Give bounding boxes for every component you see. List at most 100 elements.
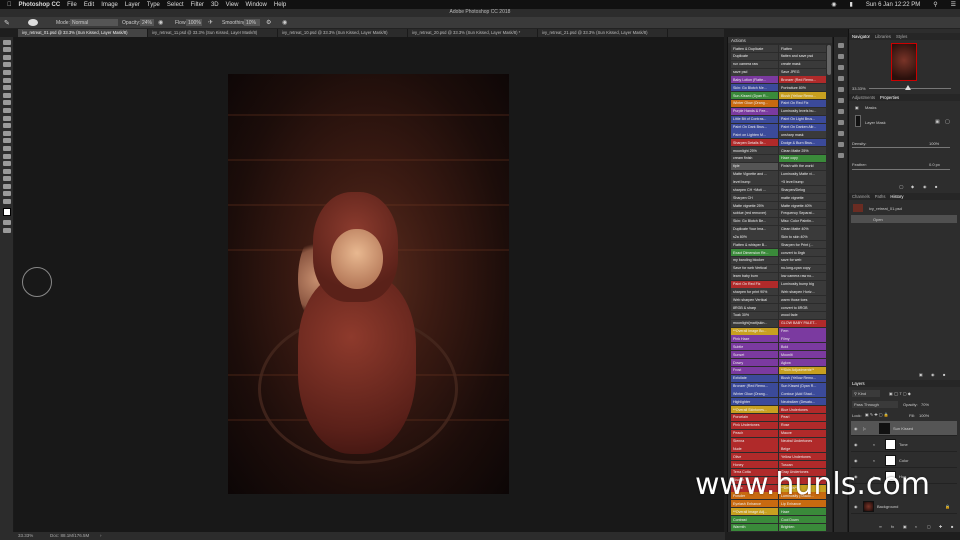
add-mask-icon[interactable]: ▣ bbox=[903, 524, 907, 529]
crop-tool-icon[interactable] bbox=[2, 69, 11, 75]
action-button[interactable]: Brighten bbox=[779, 523, 826, 531]
delete-mask-icon[interactable]: ■ bbox=[935, 184, 937, 189]
layer-kind-filter[interactable]: ⚲ Kind bbox=[852, 390, 880, 397]
menu-3d[interactable]: 3D bbox=[211, 2, 219, 8]
tab-libraries[interactable]: Libraries bbox=[875, 34, 891, 39]
pen-tool-icon[interactable] bbox=[2, 153, 11, 159]
doc-tab-2[interactable]: ivy_retreat_11.psd @ 33.3% (Sun Kissed, … bbox=[148, 29, 278, 37]
action-button[interactable]: Filmy bbox=[779, 335, 826, 343]
action-button[interactable]: Sienna bbox=[731, 437, 778, 445]
action-button[interactable]: Sun Kissed (Dyan R... bbox=[779, 382, 826, 390]
clock[interactable]: Sun 6 Jan 12:22 PM bbox=[866, 2, 920, 8]
action-button[interactable]: Neutral Undertones bbox=[779, 437, 826, 445]
action-button[interactable]: convert to 8rgb bbox=[779, 249, 826, 257]
channels-panel-icon[interactable] bbox=[837, 142, 844, 147]
flow-input[interactable]: 100% bbox=[186, 19, 202, 26]
action-button[interactable]: Paint On Red Fix bbox=[731, 280, 778, 288]
history-step[interactable]: Open bbox=[851, 215, 957, 223]
action-button[interactable]: Contrast bbox=[731, 516, 778, 523]
action-button[interactable]: Flatten & Duplicate bbox=[731, 45, 778, 52]
camera-icon[interactable]: ◉ bbox=[931, 372, 935, 377]
action-button[interactable]: tiple bbox=[731, 162, 778, 170]
action-button[interactable]: Luminosity Matte vi... bbox=[779, 170, 826, 178]
action-button[interactable]: Highlighter bbox=[731, 398, 778, 406]
action-button[interactable]: Web sharpen Vertical bbox=[731, 296, 778, 304]
layer-name[interactable]: Color bbox=[899, 458, 909, 463]
action-button[interactable]: Finish with the world bbox=[779, 162, 826, 170]
action-button[interactable]: Subtle bbox=[731, 343, 778, 351]
load-selection-icon[interactable]: ◯ bbox=[899, 184, 903, 189]
action-button[interactable]: Yellow Undertones bbox=[779, 453, 826, 461]
action-button[interactable]: Blush (Yellow Remo... bbox=[779, 92, 826, 100]
action-button[interactable]: no-long-cyan copy bbox=[779, 264, 826, 272]
tab-styles[interactable]: Styles bbox=[896, 34, 907, 39]
action-button[interactable]: flatten and save psd bbox=[779, 52, 826, 60]
gear-icon[interactable]: ⚙ bbox=[266, 19, 271, 26]
link-layers-icon[interactable]: ∞ bbox=[879, 524, 882, 529]
battery-icon[interactable]: ▮ bbox=[850, 1, 853, 8]
action-button[interactable]: Winter Glow (Orang... bbox=[731, 99, 778, 107]
action-button[interactable]: Moonlit bbox=[779, 351, 826, 359]
history-snapshot-thumb[interactable] bbox=[853, 204, 863, 212]
mode-select[interactable]: Normal bbox=[70, 19, 118, 26]
action-button[interactable]: Peach bbox=[731, 429, 778, 437]
action-button[interactable]: warm those toes bbox=[779, 296, 826, 304]
pressure-opacity-icon[interactable]: ◉ bbox=[158, 19, 163, 26]
swatches-panel-icon[interactable] bbox=[837, 65, 844, 70]
screen-mode-icon[interactable] bbox=[2, 227, 11, 233]
visibility-eye-icon[interactable]: ◉ bbox=[854, 458, 858, 463]
action-button[interactable]: low camera raw no... bbox=[779, 272, 826, 280]
layer-thumbnail[interactable] bbox=[863, 501, 874, 512]
clone-source-panel-icon[interactable] bbox=[837, 120, 844, 125]
visibility-eye-icon[interactable]: ◉ bbox=[854, 426, 858, 431]
menu-view[interactable]: View bbox=[226, 2, 239, 8]
blend-mode-select[interactable]: Pass Through bbox=[852, 401, 898, 408]
action-button[interactable]: Haze copy bbox=[779, 154, 826, 162]
action-button[interactable]: Matte vignette 25% bbox=[731, 202, 778, 209]
layer-mask-thumbnail[interactable] bbox=[885, 455, 896, 466]
trash-icon[interactable]: ■ bbox=[951, 524, 953, 529]
action-button[interactable]: Luminosity bump big bbox=[779, 280, 826, 288]
action-button[interactable]: Pink Undertones bbox=[731, 421, 778, 429]
actions-panel-icon[interactable] bbox=[837, 54, 844, 59]
action-button[interactable]: Paint On Red Fix bbox=[779, 99, 826, 107]
paragraph-panel-icon[interactable] bbox=[837, 98, 844, 103]
menu-layer[interactable]: Layer bbox=[125, 2, 140, 8]
action-button[interactable]: Blue Undertones bbox=[779, 406, 826, 414]
action-button[interactable]: Baby Lotion (Flatte... bbox=[731, 76, 778, 84]
action-button[interactable]: Sharpen/Delog bbox=[779, 186, 826, 194]
navigator-zoom[interactable]: 33.33% bbox=[852, 86, 866, 91]
wifi-icon[interactable]: ◉ bbox=[831, 1, 836, 8]
gradient-tool-icon[interactable] bbox=[2, 130, 11, 136]
action-button[interactable]: **Overall Skintones... bbox=[731, 406, 778, 414]
action-button[interactable]: GLOW BABY PALET... bbox=[779, 319, 826, 327]
action-button[interactable]: Pearl bbox=[779, 413, 826, 421]
path-select-tool-icon[interactable] bbox=[2, 168, 11, 174]
action-button[interactable]: moonlight 25% bbox=[731, 147, 778, 155]
brush-icon[interactable]: ✎ bbox=[4, 19, 10, 27]
action-button[interactable]: Bronzer (Red Remo... bbox=[779, 76, 826, 84]
action-button[interactable]: Web sharpen Horiz... bbox=[779, 288, 826, 296]
menu-list-icon[interactable]: ☰ bbox=[951, 1, 956, 8]
new-layer-icon[interactable]: ✚ bbox=[939, 524, 942, 529]
tab-layers[interactable]: Layers bbox=[852, 381, 865, 386]
action-button[interactable]: Save for web Vertical bbox=[731, 264, 778, 272]
action-button[interactable]: Clean Matte 25% bbox=[779, 147, 826, 155]
menu-app[interactable]: Photoshop CC bbox=[19, 2, 61, 8]
action-button[interactable]: Duplicate bbox=[731, 52, 778, 60]
menu-type[interactable]: Type bbox=[147, 2, 160, 8]
layer-row-color[interactable]: ◉ ◐ Color bbox=[851, 453, 957, 468]
trash-icon[interactable]: ■ bbox=[943, 372, 945, 377]
action-button[interactable]: save for web bbox=[779, 256, 826, 264]
action-button[interactable]: Skin: Go Blotch Be... bbox=[731, 217, 778, 225]
doc-tab-3[interactable]: ivy_retreat_10.psd @ 33.3% (Sun Kissed, … bbox=[278, 29, 408, 37]
smoothing-input[interactable]: 10% bbox=[244, 19, 260, 26]
action-button[interactable]: Nude bbox=[731, 445, 778, 453]
opacity-input[interactable]: 24% bbox=[140, 19, 154, 26]
layer-row-tone[interactable]: ◉ ◐ Tone bbox=[851, 437, 957, 452]
action-button[interactable]: Rose bbox=[779, 421, 826, 429]
action-button[interactable]: Matte vignette 40% bbox=[779, 202, 826, 209]
action-button[interactable]: unsharp mask bbox=[779, 131, 826, 139]
action-button[interactable]: Portraiture 80% bbox=[779, 84, 826, 92]
history-brush-tool-icon[interactable] bbox=[2, 115, 11, 121]
